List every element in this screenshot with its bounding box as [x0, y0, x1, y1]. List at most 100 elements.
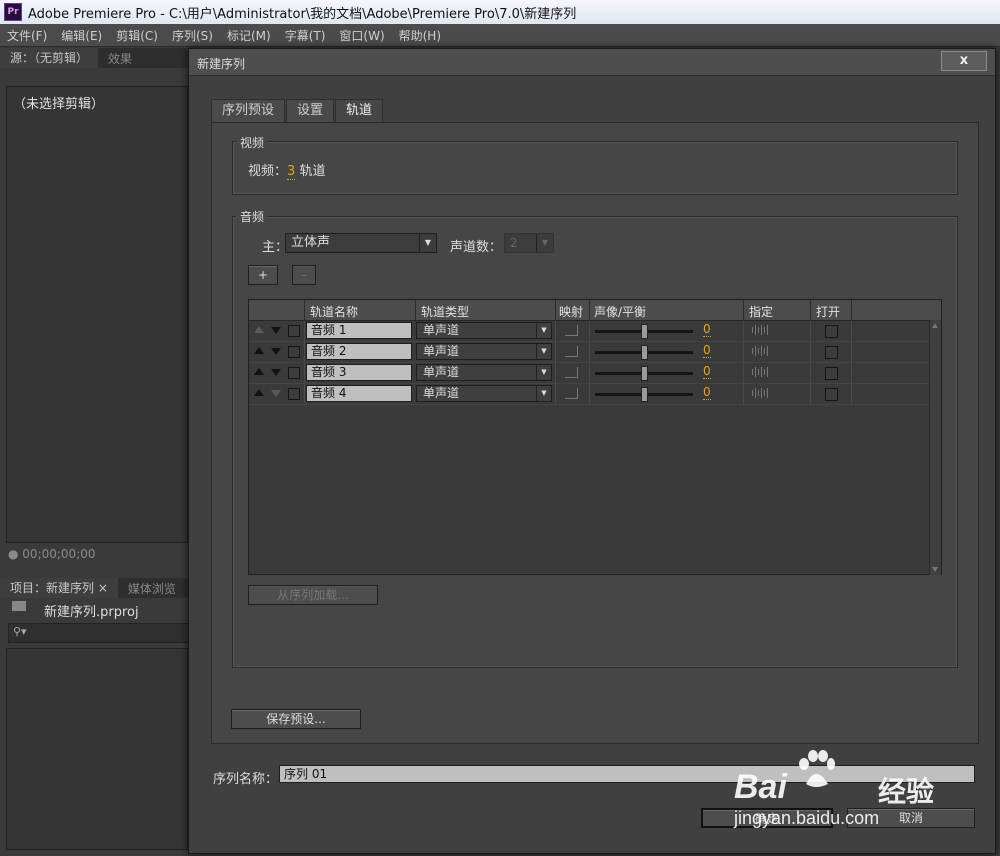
- tab-effects[interactable]: 效果: [98, 50, 142, 67]
- tab-sequence-presets[interactable]: 序列预设: [211, 99, 286, 122]
- menu-marker[interactable]: 标记(M): [220, 27, 278, 44]
- video-tracks-row: 视频：3 轨道: [248, 160, 325, 180]
- video-group-label: 视频: [236, 134, 269, 151]
- load-from-sequence-button[interactable]: 从序列加载...: [248, 585, 378, 605]
- track-type-select[interactable]: 单声道 ▼: [416, 322, 552, 339]
- track-checkbox[interactable]: [288, 367, 300, 379]
- open-checkbox[interactable]: [825, 367, 838, 380]
- source-panel-tabs: 源：（无剪辑） 效果: [0, 48, 188, 68]
- video-label: 视频：: [248, 164, 288, 179]
- move-down-icon[interactable]: [271, 390, 281, 397]
- dialog-titlebar: 新建序列 x: [189, 49, 995, 76]
- pan-value[interactable]: 0: [703, 386, 711, 400]
- move-down-icon[interactable]: [271, 348, 281, 355]
- source-empty-text: （未选择剪辑）: [13, 97, 105, 112]
- magnifier-icon: ⚲▾: [13, 625, 27, 638]
- move-up-icon[interactable]: [254, 326, 264, 333]
- track-type-select[interactable]: 单声道 ▼: [416, 385, 552, 402]
- track-checkbox[interactable]: [288, 388, 300, 400]
- table-row: 音频 3 单声道 ▼ 0: [249, 363, 929, 384]
- tab-source[interactable]: 源：（无剪辑）: [0, 48, 99, 68]
- tab-media-browser[interactable]: 媒体浏览: [118, 580, 186, 597]
- baidu-watermark: Bai 经验 jingyan.baidu.com: [734, 744, 984, 844]
- pan-value[interactable]: 0: [703, 365, 711, 379]
- pan-value[interactable]: 0: [703, 323, 711, 337]
- watermark-brand2: 经验: [878, 775, 935, 808]
- project-file-name: 新建序列.prproj: [44, 605, 139, 620]
- project-list: [6, 648, 188, 850]
- pan-value[interactable]: 0: [703, 344, 711, 358]
- scroll-up-icon[interactable]: [932, 323, 938, 328]
- menu-edit[interactable]: 编辑(E): [54, 27, 109, 44]
- premiere-logo-icon: Pr: [4, 3, 22, 21]
- tracks-tab-panel: 视频 视频：3 轨道 音频 主： 立体声 ▼ 声道数： 2 ▼ + - 轨道名称…: [211, 122, 979, 744]
- move-down-icon[interactable]: [271, 369, 281, 376]
- track-name-input[interactable]: 音频 3: [306, 364, 412, 381]
- chevron-down-icon: ▼: [419, 234, 436, 252]
- menu-bar: 文件(F) 编辑(E) 剪辑(C) 序列(S) 标记(M) 字幕(T) 窗口(W…: [0, 24, 1000, 47]
- channels-select[interactable]: 2 ▼: [504, 233, 554, 253]
- paw-icon: [796, 750, 836, 790]
- add-track-button[interactable]: +: [248, 265, 278, 285]
- tab-tracks[interactable]: 轨道: [335, 99, 384, 123]
- assign-icon: [752, 388, 770, 398]
- table-header: 轨道名称 轨道类型 映射 声像/平衡 指定 打开: [249, 300, 941, 321]
- chevron-down-icon: ▼: [536, 344, 551, 359]
- master-select[interactable]: 立体声 ▼: [285, 233, 437, 253]
- menu-sequence[interactable]: 序列(S): [165, 27, 220, 44]
- menu-title[interactable]: 字幕(T): [278, 27, 333, 44]
- move-down-icon[interactable]: [271, 327, 281, 334]
- menu-file[interactable]: 文件(F): [0, 27, 54, 44]
- dialog-tabs: 序列预设 设置 轨道: [211, 99, 384, 123]
- project-search-input[interactable]: ⚲▾: [8, 623, 190, 643]
- pan-slider-knob[interactable]: [641, 345, 648, 360]
- tab-project[interactable]: 项目：新建序列 ×: [0, 578, 118, 598]
- assign-icon: [752, 367, 770, 377]
- chevron-down-icon: ▼: [536, 323, 551, 338]
- track-type-value: 单声道: [423, 386, 460, 400]
- pan-slider-knob[interactable]: [641, 324, 648, 339]
- tab-settings[interactable]: 设置: [286, 99, 335, 122]
- open-checkbox[interactable]: [825, 325, 838, 338]
- track-type-value: 单声道: [423, 344, 460, 358]
- menu-clip[interactable]: 剪辑(C): [109, 27, 165, 44]
- track-name-input[interactable]: 音频 4: [306, 385, 412, 402]
- menu-help[interactable]: 帮助(H): [392, 27, 448, 44]
- watermark-url: jingyan.baidu.com: [734, 808, 880, 828]
- pan-slider-knob[interactable]: [641, 387, 648, 402]
- menu-window[interactable]: 窗口(W): [332, 27, 391, 44]
- track-checkbox[interactable]: [288, 325, 300, 337]
- window-title: Adobe Premiere Pro - C:\用户\Administrator…: [28, 6, 577, 22]
- col-open: 打开: [816, 305, 841, 319]
- scroll-down-icon[interactable]: [932, 567, 938, 572]
- dialog-title: 新建序列: [197, 57, 246, 71]
- move-up-icon[interactable]: [254, 389, 264, 396]
- track-name-input[interactable]: 音频 2: [306, 343, 412, 360]
- track-type-value: 单声道: [423, 323, 460, 337]
- pan-slider-knob[interactable]: [641, 366, 648, 381]
- open-checkbox[interactable]: [825, 346, 838, 359]
- close-button[interactable]: x: [941, 51, 987, 71]
- mapping-icon: [565, 367, 578, 378]
- track-type-select[interactable]: 单声道 ▼: [416, 343, 552, 360]
- source-timecode: ● 00;00;00;00: [8, 547, 96, 561]
- table-row: 音频 1 单声道 ▼ 0: [249, 321, 929, 342]
- sequence-name-label: 序列名称：: [213, 772, 279, 787]
- move-up-icon[interactable]: [254, 368, 264, 375]
- col-assign: 指定: [749, 305, 774, 319]
- audio-group-label: 音频: [236, 208, 269, 225]
- channels-label: 声道数：: [450, 240, 503, 255]
- chevron-down-icon: ▼: [536, 234, 553, 252]
- remove-track-button[interactable]: -: [292, 265, 316, 285]
- master-value: 立体声: [291, 235, 331, 250]
- track-name-input[interactable]: 音频 1: [306, 322, 412, 339]
- track-type-select[interactable]: 单声道 ▼: [416, 364, 552, 381]
- track-checkbox[interactable]: [288, 346, 300, 358]
- save-preset-button[interactable]: 保存预设...: [231, 709, 361, 729]
- new-sequence-dialog: 新建序列 x 序列预设 设置 轨道 视频 视频：3 轨道 音频 主： 立体声 ▼…: [188, 48, 996, 854]
- table-scrollbar[interactable]: [929, 320, 941, 575]
- assign-icon: [752, 325, 770, 335]
- video-track-count[interactable]: 3: [287, 164, 296, 180]
- open-checkbox[interactable]: [825, 388, 838, 401]
- move-up-icon[interactable]: [254, 347, 264, 354]
